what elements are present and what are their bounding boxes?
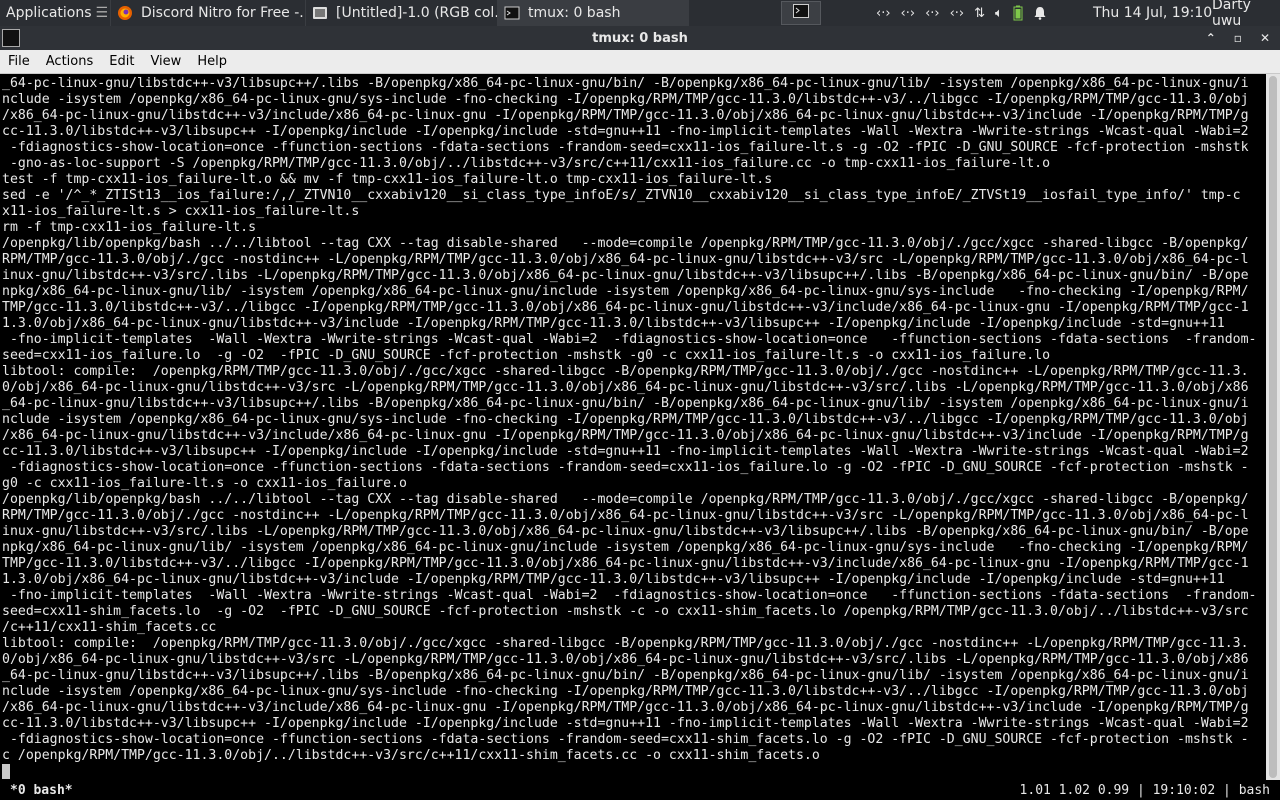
network-icon[interactable]: ‹·›	[876, 6, 891, 21]
system-tray: ‹·› ‹·› ‹·› ‹·› ⇅ 🔈︎	[876, 0, 1047, 26]
terminal-line: /x86_64-pc-linux-gnu/libstdc++-v3/includ…	[2, 428, 1249, 443]
battery-icon[interactable]	[1013, 5, 1023, 21]
taskbar-item-label: tmux: 0 bash	[528, 5, 621, 21]
window-title: tmux: 0 bash	[592, 30, 688, 46]
tmux-status-right: 1.01 1.02 0.99 | 19:10:02 | bash	[1019, 782, 1270, 798]
terminal-line: nclude -isystem /openpkg/x86_64-pc-linux…	[2, 412, 1249, 427]
menu-bar: File Actions Edit View Help	[0, 50, 1280, 74]
firefox-icon	[117, 5, 133, 21]
terminal-line: -fdiagnostics-show-location=once -ffunct…	[2, 140, 1249, 155]
terminal-line: 1.3.0/obj/x86_64-pc-linux-gnu/libstdc++-…	[2, 572, 1225, 587]
terminal-prompt-line	[2, 764, 1266, 780]
terminal-icon	[504, 5, 520, 21]
terminal-line: TMP/gcc-11.3.0/libstdc++-v3/../libgcc -I…	[2, 556, 1249, 571]
terminal-line: -fdiagnostics-show-location=once -ffunct…	[2, 732, 1249, 747]
terminal-line: npkg/x86_64-pc-linux-gnu/lib/ -isystem /…	[2, 284, 1249, 299]
top-panel: Applications ☰ Discord Nitro for Free -.…	[0, 0, 1280, 29]
terminal-line: seed=cxx11-ios_failure.lo -g -O2 -fPIC -…	[2, 348, 1051, 363]
menu-help[interactable]: Help	[189, 50, 235, 74]
transfer-icon[interactable]: ⇅	[974, 6, 985, 21]
applications-menu[interactable]: Applications ☰	[0, 0, 110, 26]
terminal-line: 0/obj/x86_64-pc-linux-gnu/libstdc++-v3/s…	[2, 380, 1249, 395]
taskbar-item-label: [Untitled]-1.0 (RGB col...	[336, 5, 497, 21]
menu-edit[interactable]: Edit	[101, 50, 142, 74]
terminal-line: npkg/x86_64-pc-linux-gnu/lib/ -isystem /…	[2, 540, 1249, 555]
terminal-line: cc-11.3.0/libstdc++-v3/libsupc++ -I/open…	[2, 716, 1249, 731]
tmux-status-bar: *0 bash* 1.01 1.02 0.99 | 19:10:02 | bas…	[0, 780, 1280, 800]
terminal-line: inux-gnu/libstdc++-v3/src/.libs -L/openp…	[2, 268, 1249, 283]
terminal-line: /c++11/cxx11-shim_facets.cc	[2, 620, 217, 635]
network-icon[interactable]: ‹·›	[925, 6, 940, 21]
terminal-icon	[793, 4, 809, 22]
terminal-scrollbar[interactable]	[1266, 74, 1280, 780]
taskbar-item-gimp[interactable]: [Untitled]-1.0 (RGB col...	[305, 0, 497, 26]
minimize-button[interactable]: ⌃	[1206, 31, 1216, 45]
terminal-line: -fno-implicit-templates -Wall -Wextra -W…	[2, 332, 1257, 347]
terminal-line: cc-11.3.0/libstdc++-v3/libsupc++ -I/open…	[2, 444, 1249, 459]
close-button[interactable]: ✕	[1260, 31, 1270, 45]
terminal-lines: _64-pc-linux-gnu/libstdc++-v3/libsupc++/…	[2, 76, 1266, 764]
terminal-line: nclude -isystem /openpkg/x86_64-pc-linux…	[2, 92, 1249, 107]
terminal-line: sed -e '/^_*_ZTISt13__ios_failure:/,/_ZT…	[2, 188, 1241, 203]
terminal-line: test -f tmp-cxx11-ios_failure-lt.o && mv…	[2, 172, 773, 187]
terminal-line: x11-ios_failure-lt.s > cxx11-ios_failure…	[2, 204, 360, 219]
terminal-line: _64-pc-linux-gnu/libstdc++-v3/libsupc++/…	[2, 76, 1249, 91]
terminal-line: TMP/gcc-11.3.0/libstdc++-v3/../libgcc -I…	[2, 300, 1249, 315]
terminal-line: nclude -isystem /openpkg/x86_64-pc-linux…	[2, 684, 1249, 699]
terminal-line: 0/obj/x86_64-pc-linux-gnu/libstdc++-v3/s…	[2, 652, 1249, 667]
terminal-line: RPM/TMP/gcc-11.3.0/obj/./gcc -nostdinc++…	[2, 508, 1249, 523]
taskbar-item-label: Discord Nitro for Free -...	[141, 5, 305, 21]
network-icon[interactable]: ‹·›	[901, 6, 916, 21]
terminal-line: -gno-as-loc-support -S /openpkg/RPM/TMP/…	[2, 156, 1051, 171]
tmux-window-list[interactable]: *0 bash*	[10, 783, 73, 798]
notification-bell-icon[interactable]	[1033, 6, 1047, 20]
terminal-cursor	[2, 764, 10, 779]
terminal-line: 1.3.0/obj/x86_64-pc-linux-gnu/libstdc++-…	[2, 316, 1225, 331]
terminal-line: /openpkg/lib/openpkg/bash ../../libtool …	[2, 492, 1249, 507]
terminal-line: /x86_64-pc-linux-gnu/libstdc++-v3/includ…	[2, 700, 1249, 715]
maximize-button[interactable]: ▫	[1234, 31, 1242, 45]
gimp-icon	[312, 5, 328, 21]
terminal-line: cc-11.3.0/libstdc++-v3/libsupc++ -I/open…	[2, 124, 1249, 139]
taskbar-item-terminal[interactable]: tmux: 0 bash	[497, 0, 689, 26]
menu-view[interactable]: View	[142, 50, 189, 74]
terminal-output[interactable]: _64-pc-linux-gnu/libstdc++-v3/libsupc++/…	[0, 74, 1266, 780]
terminal-line: -fdiagnostics-show-location=once -ffunct…	[2, 460, 1249, 475]
workspace-switcher[interactable]	[781, 1, 821, 25]
scrollbar-thumb[interactable]	[1269, 76, 1277, 778]
terminal-line: libtool: compile: /openpkg/RPM/TMP/gcc-1…	[2, 364, 1249, 379]
terminal-line: inux-gnu/libstdc++-v3/src/.libs -L/openp…	[2, 524, 1249, 539]
taskbar-item-firefox[interactable]: Discord Nitro for Free -...	[110, 0, 305, 26]
terminal-line: g0 -c cxx11-ios_failure-lt.s -o cxx11-io…	[2, 476, 407, 491]
terminal-line: seed=cxx11-shim_facets.lo -g -O2 -fPIC -…	[2, 604, 1249, 619]
menu-file[interactable]: File	[0, 50, 38, 74]
terminal-line: libtool: compile: /openpkg/RPM/TMP/gcc-1…	[2, 636, 1249, 651]
terminal-line: _64-pc-linux-gnu/libstdc++-v3/libsupc++/…	[2, 668, 1249, 683]
network-icon[interactable]: ‹·›	[950, 6, 965, 21]
user-menu[interactable]: Darty uwu	[1212, 0, 1280, 29]
menu-actions[interactable]: Actions	[38, 50, 102, 74]
terminal-icon[interactable]	[2, 29, 20, 47]
terminal-line: rm -f tmp-cxx11-ios_failure-lt.s	[2, 220, 257, 235]
terminal-line: _64-pc-linux-gnu/libstdc++-v3/libsupc++/…	[2, 396, 1249, 411]
terminal-line: RPM/TMP/gcc-11.3.0/obj/./gcc -nostdinc++…	[2, 252, 1249, 267]
terminal-line: /x86_64-pc-linux-gnu/libstdc++-v3/includ…	[2, 108, 1249, 123]
window-titlebar[interactable]: tmux: 0 bash ⌃ ▫ ✕	[0, 26, 1280, 50]
terminal-line: c /openpkg/RPM/TMP/gcc-11.3.0/obj/../lib…	[2, 748, 820, 763]
terminal-line: /openpkg/lib/openpkg/bash ../../libtool …	[2, 236, 1249, 251]
terminal-line: -fno-implicit-templates -Wall -Wextra -W…	[2, 588, 1257, 603]
applications-separator-icon: ☰	[95, 5, 109, 21]
volume-icon[interactable]: 🔈︎	[995, 6, 1003, 21]
applications-label: Applications	[6, 5, 92, 21]
clock[interactable]: Thu 14 Jul, 19:10	[1093, 0, 1212, 26]
